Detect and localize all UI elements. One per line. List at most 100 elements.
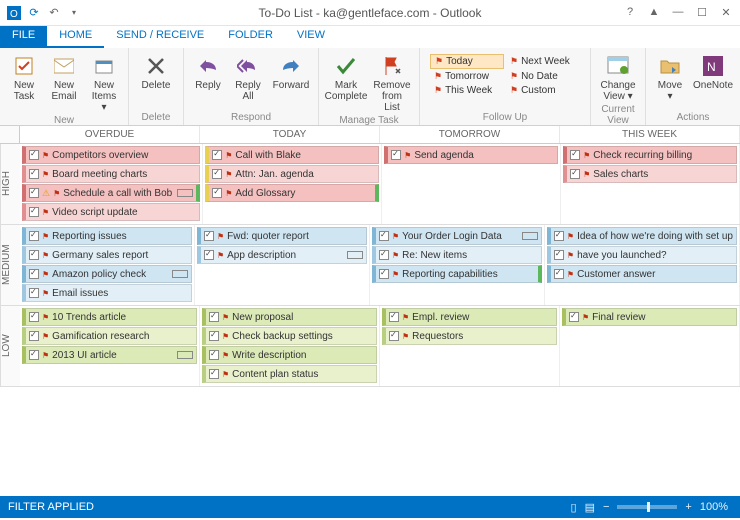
task-checkbox[interactable] — [379, 269, 389, 279]
task-card[interactable]: ⚑Content plan status — [202, 365, 377, 383]
send-receive-icon[interactable]: ⟳ — [26, 5, 42, 21]
task-checkbox[interactable] — [29, 150, 39, 160]
zoom-out-button[interactable]: − — [603, 501, 609, 513]
task-checkbox[interactable] — [204, 231, 214, 241]
mark-complete-button[interactable]: Mark Complete — [325, 52, 367, 104]
undo-icon[interactable]: ↶ — [46, 5, 62, 21]
task-checkbox[interactable] — [379, 231, 389, 241]
forward-button[interactable]: Forward — [270, 52, 312, 93]
task-checkbox[interactable] — [29, 350, 39, 360]
task-card[interactable]: ⚑Email issues — [22, 284, 192, 302]
tab-folder[interactable]: FOLDER — [216, 26, 285, 48]
cell-medium-today[interactable]: ⚑Fwd: quoter report⚑App description — [195, 225, 370, 305]
task-checkbox[interactable] — [569, 312, 579, 322]
new-items-button[interactable]: New Items ▾ — [86, 52, 122, 115]
zoom-in-button[interactable]: + — [685, 501, 691, 513]
task-card[interactable]: ⚑Idea of how we're doing with set up — [547, 227, 737, 245]
minimize-button[interactable]: — — [670, 6, 686, 19]
task-card[interactable]: ⚑Empl. review — [382, 308, 557, 326]
cell-medium-tomorrow[interactable]: ⚑Your Order Login Data⚑Re: New items⚑Rep… — [370, 225, 545, 305]
task-checkbox[interactable] — [29, 331, 39, 341]
cell-low-thisweek[interactable]: ⚑Final review — [560, 306, 740, 386]
task-card[interactable]: ⚑Customer answer — [547, 265, 737, 283]
col-overdue[interactable]: OVERDUE — [20, 126, 200, 143]
task-checkbox[interactable] — [29, 288, 39, 298]
zoom-slider[interactable] — [617, 505, 677, 509]
cell-high-thisweek[interactable]: ⚑Check recurring billing⚑Sales charts — [561, 144, 740, 224]
task-checkbox[interactable] — [554, 231, 564, 241]
task-card[interactable]: ⚑Check recurring billing — [563, 146, 737, 164]
new-email-button[interactable]: New Email — [46, 52, 82, 104]
close-button[interactable]: ✕ — [718, 6, 734, 19]
reply-button[interactable]: Reply — [190, 52, 226, 93]
task-card[interactable]: ⚑App description — [197, 246, 367, 264]
move-button[interactable]: Move ▾ — [652, 52, 688, 104]
remove-from-list-button[interactable]: Remove from List — [371, 52, 413, 115]
task-card[interactable]: ⚑New proposal — [202, 308, 377, 326]
task-checkbox[interactable] — [209, 350, 219, 360]
ribbon-toggle-icon[interactable]: ▲ — [646, 6, 662, 19]
task-checkbox[interactable] — [389, 312, 399, 322]
task-card[interactable]: ⚑Write description — [202, 346, 377, 364]
task-card[interactable]: ⚑Gamification research — [22, 327, 197, 345]
view-normal-icon[interactable]: ▤ — [585, 501, 595, 514]
task-card[interactable]: ⚑Board meeting charts — [22, 165, 200, 183]
cell-medium-thisweek[interactable]: ⚑Idea of how we're doing with set up⚑hav… — [545, 225, 740, 305]
col-thisweek[interactable]: THIS WEEK — [560, 126, 740, 143]
col-today[interactable]: TODAY — [200, 126, 380, 143]
task-checkbox[interactable] — [389, 331, 399, 341]
change-view-button[interactable]: Change View ▾ — [597, 52, 639, 104]
col-tomorrow[interactable]: TOMORROW — [380, 126, 560, 143]
task-checkbox[interactable] — [209, 369, 219, 379]
onenote-button[interactable]: NOneNote — [692, 52, 734, 93]
task-card[interactable]: ⚑Video script update — [22, 203, 200, 221]
followup-next-week[interactable]: ⚑Next Week — [506, 54, 580, 69]
task-checkbox[interactable] — [554, 269, 564, 279]
task-card[interactable]: ⚑Send agenda — [384, 146, 558, 164]
tab-send-receive[interactable]: SEND / RECEIVE — [104, 26, 216, 48]
followup-no-date[interactable]: ⚑No Date — [506, 70, 580, 83]
task-checkbox[interactable] — [29, 169, 39, 179]
task-checkbox[interactable] — [391, 150, 401, 160]
task-card[interactable]: ⚑Competitors overview — [22, 146, 200, 164]
cell-high-tomorrow[interactable]: ⚑Send agenda — [382, 144, 561, 224]
task-card[interactable]: ⚑Check backup settings — [202, 327, 377, 345]
task-checkbox[interactable] — [212, 150, 222, 160]
task-checkbox[interactable] — [209, 331, 219, 341]
followup-tomorrow[interactable]: ⚑Tomorrow — [430, 70, 504, 83]
task-card[interactable]: ⚑2013 UI article — [22, 346, 197, 364]
task-checkbox[interactable] — [212, 188, 222, 198]
task-checkbox[interactable] — [212, 169, 222, 179]
cell-low-tomorrow[interactable]: ⚑Empl. review⚑Requestors — [380, 306, 560, 386]
followup-today[interactable]: ⚑Today — [430, 54, 504, 69]
task-checkbox[interactable] — [570, 150, 580, 160]
cell-high-today[interactable]: ⚑Call with Blake⚑Attn: Jan. agenda⚑Add G… — [203, 144, 382, 224]
task-checkbox[interactable] — [29, 269, 39, 279]
followup-this-week[interactable]: ⚑This Week — [430, 84, 504, 97]
task-checkbox[interactable] — [29, 188, 39, 198]
qat-dropdown-icon[interactable]: ▾ — [66, 5, 82, 21]
task-card[interactable]: ⚑Requestors — [382, 327, 557, 345]
cell-low-today[interactable]: ⚑New proposal⚑Check backup settings⚑Writ… — [200, 306, 380, 386]
task-card[interactable]: ⚑Amazon policy check — [22, 265, 192, 283]
tab-file[interactable]: FILE — [0, 26, 47, 48]
task-card[interactable]: ⚑Fwd: quoter report — [197, 227, 367, 245]
help-icon[interactable]: ? — [622, 6, 638, 19]
cell-low-overdue[interactable]: ⚑10 Trends article⚑Gamification research… — [20, 306, 200, 386]
task-checkbox[interactable] — [554, 250, 564, 260]
cell-high-overdue[interactable]: ⚑Competitors overview⚑Board meeting char… — [20, 144, 203, 224]
task-checkbox[interactable] — [29, 231, 39, 241]
task-card[interactable]: ⚑Germany sales report — [22, 246, 192, 264]
tab-view[interactable]: VIEW — [285, 26, 337, 48]
task-card[interactable]: ⚑Your Order Login Data — [372, 227, 542, 245]
task-card[interactable]: ⚑Attn: Jan. agenda — [205, 165, 379, 183]
task-checkbox[interactable] — [29, 312, 39, 322]
task-checkbox[interactable] — [570, 169, 580, 179]
maximize-button[interactable]: ☐ — [694, 6, 710, 19]
task-card[interactable]: ⚑Call with Blake — [205, 146, 379, 164]
task-card[interactable]: ⚑Sales charts — [563, 165, 737, 183]
tab-home[interactable]: HOME — [47, 26, 104, 48]
task-card[interactable]: ⚠⚑Schedule a call with Bob — [22, 184, 200, 202]
cell-medium-overdue[interactable]: ⚑Reporting issues⚑Germany sales report⚑A… — [20, 225, 195, 305]
task-checkbox[interactable] — [29, 207, 39, 217]
